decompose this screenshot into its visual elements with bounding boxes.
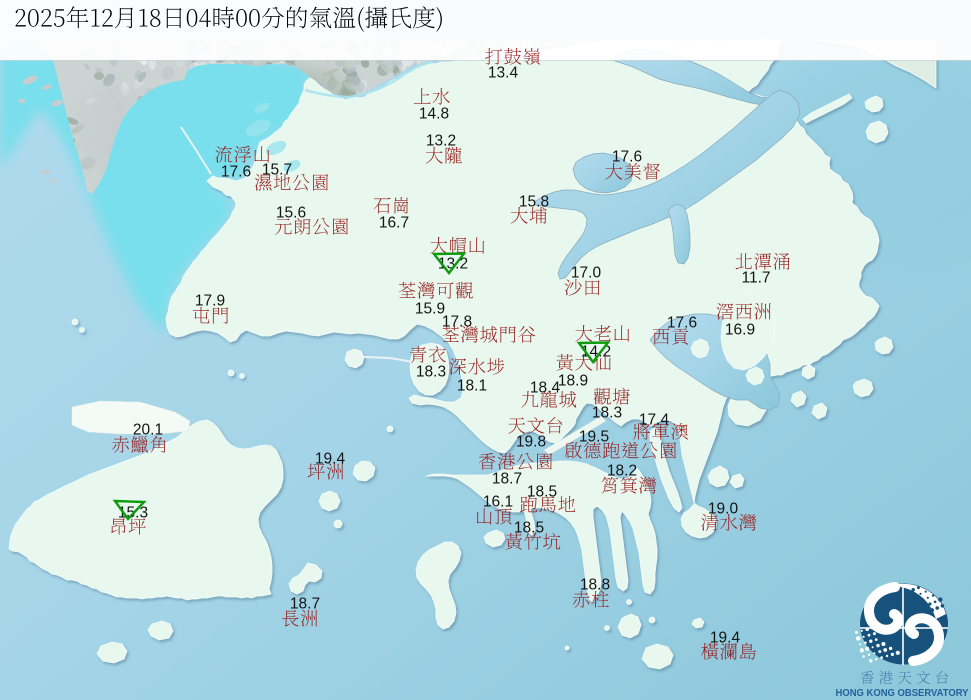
svg-text:16.9: 16.9 <box>725 322 755 339</box>
svg-text:15.9: 15.9 <box>415 301 445 318</box>
svg-text:14.8: 14.8 <box>419 106 449 123</box>
svg-text:15.6: 15.6 <box>276 205 306 222</box>
svg-text:18.7: 18.7 <box>492 471 522 488</box>
svg-text:19.4: 19.4 <box>315 451 346 468</box>
svg-text:17.0: 17.0 <box>571 265 602 282</box>
svg-text:15.8: 15.8 <box>519 194 549 211</box>
svg-text:19.0: 19.0 <box>708 501 739 518</box>
svg-text:18.5: 18.5 <box>514 520 544 537</box>
svg-text:18.3: 18.3 <box>592 405 622 422</box>
svg-text:20.1: 20.1 <box>133 422 163 439</box>
svg-text:18.1: 18.1 <box>457 378 487 395</box>
svg-text:19.5: 19.5 <box>579 429 609 446</box>
svg-text:15.7: 15.7 <box>262 162 292 179</box>
svg-text:18.5: 18.5 <box>527 484 557 501</box>
svg-text:17.4: 17.4 <box>639 412 670 429</box>
svg-text:16.7: 16.7 <box>379 215 409 232</box>
svg-text:16.1: 16.1 <box>483 494 513 511</box>
svg-text:19.8: 19.8 <box>516 434 546 451</box>
svg-text:17.6: 17.6 <box>221 164 251 181</box>
svg-text:18.2: 18.2 <box>607 463 637 480</box>
svg-text:HONG KONG OBSERVATORY: HONG KONG OBSERVATORY <box>836 687 969 699</box>
svg-text:18.7: 18.7 <box>290 596 320 613</box>
svg-text:18.9: 18.9 <box>558 373 588 390</box>
svg-text:19.4: 19.4 <box>710 630 741 647</box>
svg-text:18.4: 18.4 <box>530 380 561 397</box>
svg-text:18.3: 18.3 <box>416 364 446 381</box>
svg-text:17.6: 17.6 <box>667 315 697 332</box>
svg-text:13.4: 13.4 <box>488 65 519 82</box>
svg-text:17.6: 17.6 <box>612 149 642 166</box>
svg-text:18.8: 18.8 <box>580 577 610 594</box>
svg-text:17.9: 17.9 <box>195 293 225 310</box>
svg-text:17.8: 17.8 <box>442 314 472 331</box>
svg-text:11.7: 11.7 <box>741 270 770 287</box>
svg-text:13.2: 13.2 <box>426 133 456 150</box>
